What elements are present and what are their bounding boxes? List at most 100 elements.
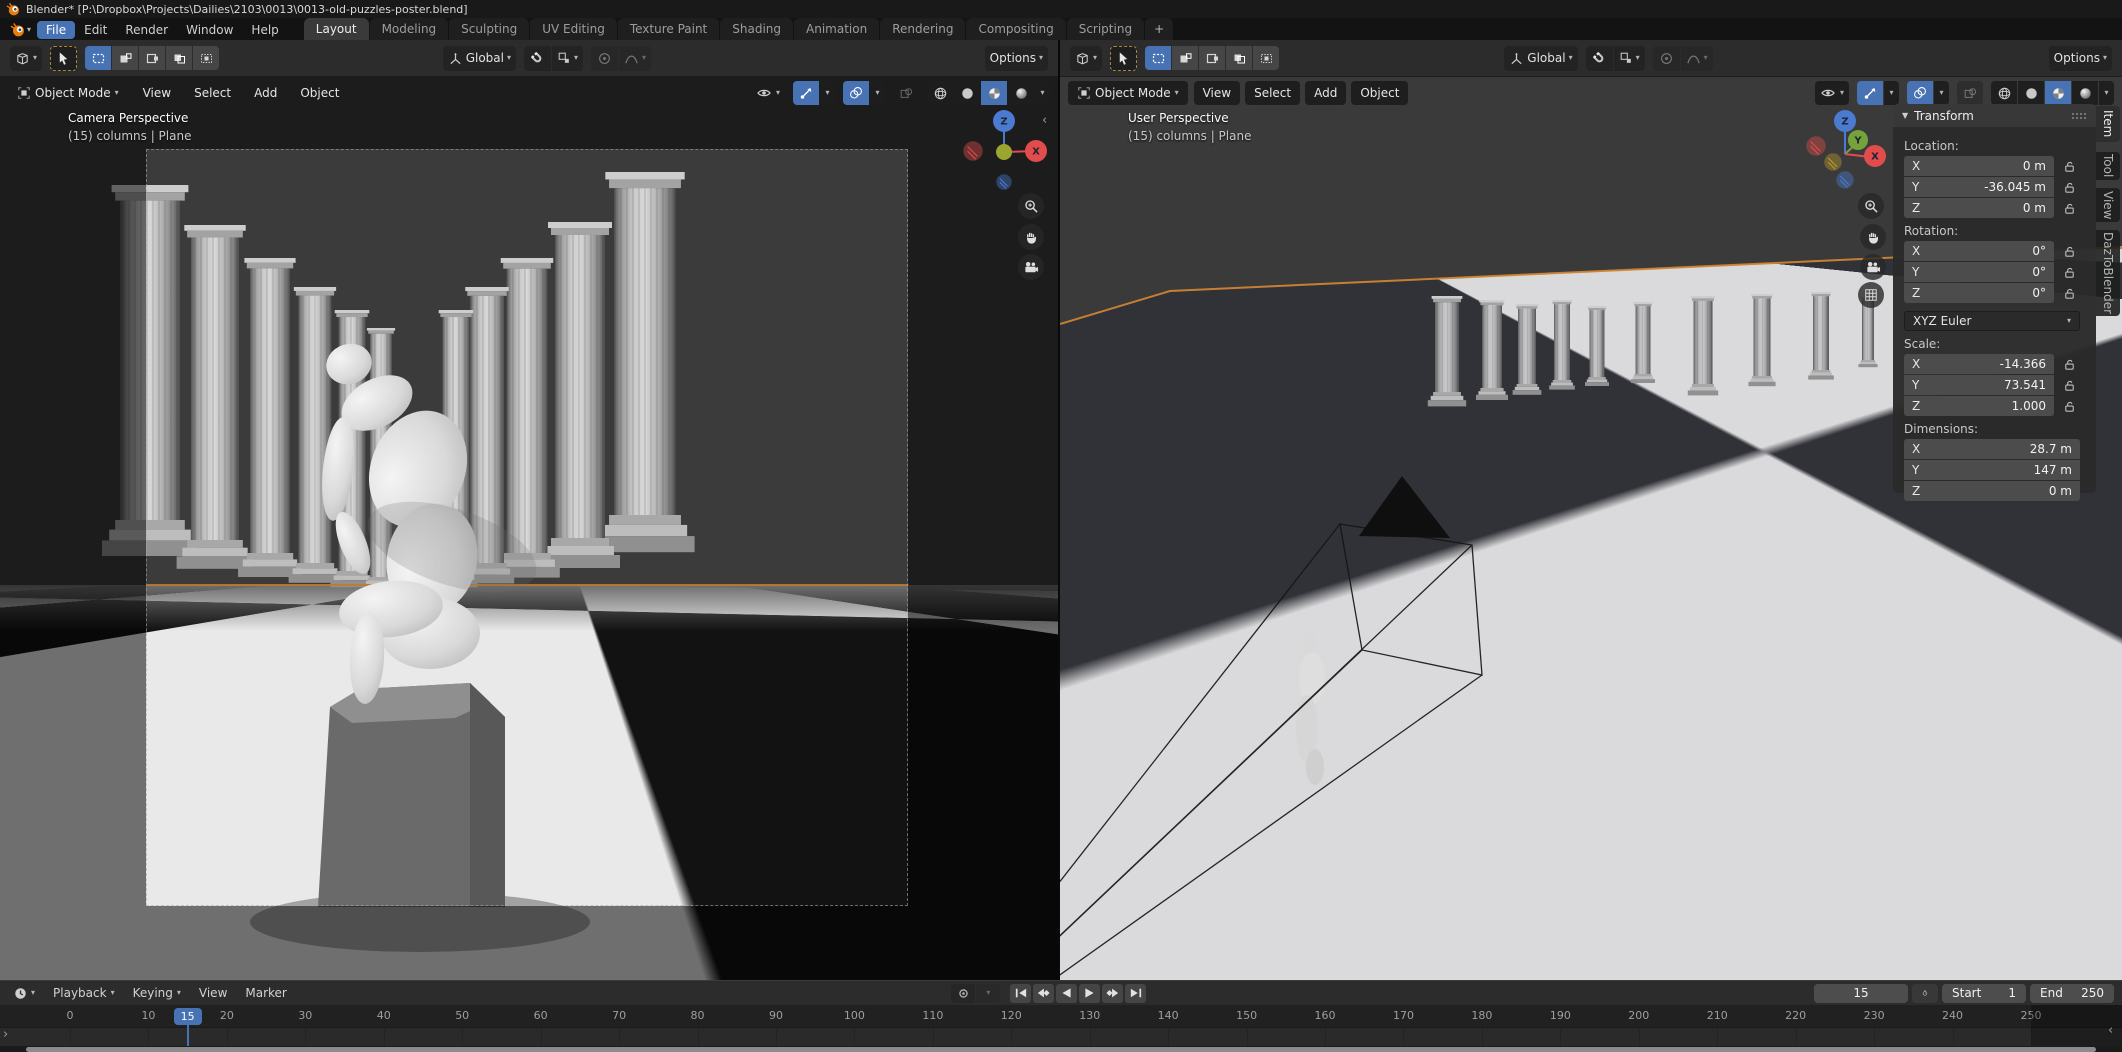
camera-view-button[interactable] [1018,254,1044,280]
timeline-menu-view[interactable]: View [190,984,236,1002]
lock-icon[interactable] [2063,287,2076,300]
field-dimensions-y[interactable]: Y147 m [1904,460,2080,480]
current-frame-field[interactable]: 15 [1814,984,1908,1003]
options-dropdown[interactable]: Options ▾ [2049,46,2112,71]
overlays-dropdown[interactable]: ▾ [870,81,885,105]
active-tool-button[interactable] [50,46,77,71]
field-location-z[interactable]: Z0 m [1904,198,2054,218]
viewport-canvas-right[interactable]: Object Mode ▾ ViewSelectAddObject ▾ ▾ ▾ … [1060,77,2122,980]
jump-to-start-button[interactable] [1010,984,1031,1003]
play-button[interactable] [1079,984,1100,1003]
gizmo-dropdown[interactable]: ▾ [820,81,835,105]
lock-icon[interactable] [2063,181,2076,194]
lock-icon[interactable] [2063,245,2076,258]
workspace-tab-compositing[interactable]: Compositing [966,18,1065,40]
sidebar-tab-view[interactable]: View [2096,188,2120,222]
menu-file[interactable]: File [37,21,75,39]
playhead-label[interactable]: 15 [174,1008,202,1025]
field-rotation-x[interactable]: X0° [1904,241,2054,261]
timeline-collapse-arrow[interactable]: ‹ [2108,1023,2113,1038]
viewport-menu-add[interactable]: Add [245,81,286,105]
mode-dropdown[interactable]: Object Mode ▾ [1068,81,1188,105]
visibility-dropdown[interactable]: ▾ [751,81,785,105]
gizmo-axis[interactable] [964,142,982,160]
workspace-tab-sculpting[interactable]: Sculpting [449,18,529,40]
field-dimensions-z[interactable]: Z0 m [1904,481,2080,501]
pan-button[interactable] [1018,224,1044,250]
gizmo-axis-z[interactable]: Z [1834,110,1856,132]
mode-dropdown[interactable]: Object Mode ▾ [8,81,128,105]
editor-type-button[interactable]: ▾ [1070,46,1102,71]
shading-wireframe-button[interactable] [1991,81,2017,105]
panel-header-transform[interactable]: ▼ Transform [1893,104,2096,127]
viewport-menu-view[interactable]: View [1194,81,1240,105]
workspace-tab-shading[interactable]: Shading [720,18,793,40]
gizmo-axis[interactable] [1825,154,1841,170]
field-dimensions-x[interactable]: X28.7 m [1904,439,2080,459]
zoom-button[interactable] [1858,193,1884,219]
use-preview-range-button[interactable] [1912,984,1938,1003]
snap-settings-dropdown[interactable]: ▾ [552,46,583,71]
sidebar-tab-item[interactable]: Item [2096,106,2120,142]
proportional-edit-toggle[interactable] [1653,46,1680,71]
select-mode-invert-button[interactable] [1226,46,1252,70]
workspace-tab-texture-paint[interactable]: Texture Paint [618,18,719,40]
options-dropdown[interactable]: Options ▾ [985,46,1048,71]
zoom-button[interactable] [1018,193,1044,219]
sidebar-collapse-arrow[interactable]: ‹ [1042,113,1047,128]
gizmo-axis-x[interactable]: X [1025,140,1047,162]
select-mode-intersect-button[interactable] [193,46,219,70]
show-gizmo-toggle[interactable] [793,81,819,105]
panel-grip-icon[interactable] [2071,109,2087,123]
show-overlays-toggle[interactable] [843,81,869,105]
timeline-editor-type-button[interactable]: ▾ [8,981,40,1006]
timeline-tracks[interactable] [0,1028,2122,1046]
gizmo-axis[interactable] [1837,172,1853,188]
viewport-menu-select[interactable]: Select [185,81,240,105]
shading-solid-button[interactable] [2018,81,2044,105]
pan-button[interactable] [1860,224,1886,250]
field-rotation-y[interactable]: Y0° [1904,262,2054,282]
lock-icon[interactable] [2063,202,2076,215]
lock-icon[interactable] [2063,266,2076,279]
end-frame-field[interactable]: End250 [2030,984,2114,1003]
menu-render[interactable]: Render [116,21,177,39]
viewport-menu-select[interactable]: Select [1245,81,1300,105]
frame-ruler[interactable]: 0102030405060708090100110120130140150160… [0,1005,2122,1028]
viewport-menu-object[interactable]: Object [1351,81,1408,105]
timeline-menu-keying[interactable]: Keying▾ [124,984,190,1002]
workspace-tab-uv-editing[interactable]: UV Editing [530,18,617,40]
camera-object[interactable] [1060,476,1482,980]
workspace-tab-modeling[interactable]: Modeling [370,18,449,40]
perspective-toggle-button[interactable] [1858,282,1884,308]
rotation-mode-dropdown[interactable]: XYZ Euler ▾ [1904,311,2080,331]
camera-view-button[interactable] [1860,254,1886,280]
timeline-menu-playback[interactable]: Playback▾ [44,984,124,1002]
menu-window[interactable]: Window [177,21,242,39]
active-tool-button[interactable] [1110,46,1137,71]
viewport-menu-add[interactable]: Add [1305,81,1346,105]
shading-material-preview-button[interactable] [2045,81,2071,105]
xray-toggle[interactable] [893,81,919,105]
field-rotation-z[interactable]: Z0° [1904,283,2054,303]
shading-dropdown[interactable]: ▾ [2099,81,2114,105]
select-mode-extend-button[interactable] [112,46,138,70]
shading-rendered-button[interactable] [2072,81,2098,105]
sidebar-tab-tool[interactable]: Tool [2096,152,2120,180]
play-reverse-button[interactable] [1056,984,1077,1003]
timeline-scrollbar[interactable] [26,1047,2096,1052]
snap-settings-dropdown[interactable]: ▾ [1614,46,1645,71]
select-mode-set-button[interactable] [85,46,111,70]
gizmo-axis-z[interactable]: Z [993,110,1015,132]
show-overlays-toggle[interactable] [1907,81,1933,105]
workspace-tab-layout[interactable]: Layout [304,18,369,40]
gizmo-axis[interactable] [996,144,1012,160]
auto-keying-toggle[interactable] [951,984,975,1003]
xray-toggle[interactable] [1957,81,1983,105]
field-location-y[interactable]: Y-36.045 m [1904,177,2054,197]
start-frame-field[interactable]: Start1 [1942,984,2026,1003]
lock-icon[interactable] [2063,358,2076,371]
select-mode-intersect-button[interactable] [1253,46,1279,70]
menu-edit[interactable]: Edit [75,21,116,39]
next-keyframe-button[interactable] [1102,984,1123,1003]
